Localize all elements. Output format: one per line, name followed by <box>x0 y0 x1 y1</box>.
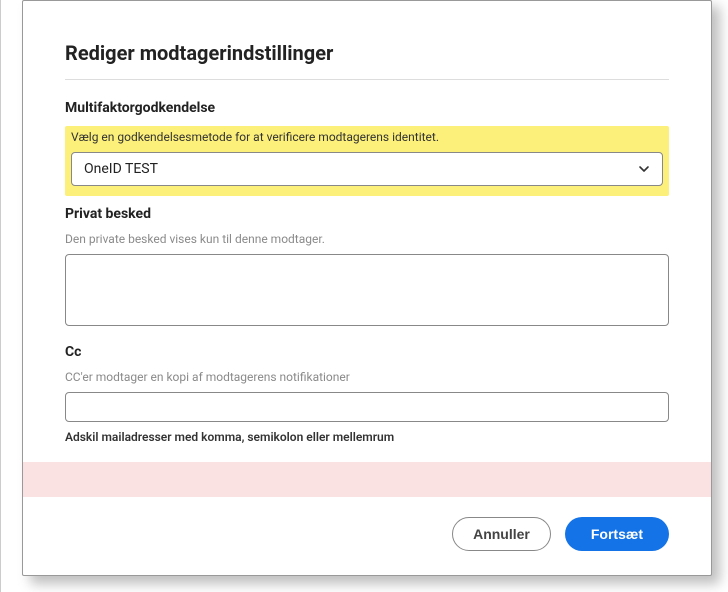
cc-input[interactable] <box>65 392 669 422</box>
alert-band <box>23 462 711 497</box>
private-message-header: Privat besked <box>65 206 669 222</box>
mfa-highlight: Vælg en godkendelsesmetode for at verifi… <box>65 126 669 196</box>
private-message-helper: Den private besked vises kun til denne m… <box>65 232 669 246</box>
mfa-selected-value: OneID TEST <box>84 161 638 177</box>
cc-section: Cc CC'er modtager en kopi af modtagerens… <box>65 344 669 444</box>
cc-header: Cc <box>65 344 669 360</box>
cc-hint: Adskil mailadresser med komma, semikolon… <box>65 430 669 444</box>
mfa-header: Multifaktorgodkendelse <box>65 100 669 116</box>
mfa-section: Multifaktorgodkendelse Vælg en godkendel… <box>65 100 669 196</box>
cc-helper: CC'er modtager en kopi af modtagerens no… <box>65 370 669 384</box>
mfa-method-select[interactable]: OneID TEST <box>71 152 663 186</box>
private-message-section: Privat besked Den private besked vises k… <box>65 206 669 330</box>
chevron-down-icon <box>638 163 650 175</box>
modal-title: Rediger modtagerindstillinger <box>65 41 669 80</box>
cancel-button[interactable]: Annuller <box>452 517 551 551</box>
edit-recipient-settings-modal: Rediger modtagerindstillinger Multifakto… <box>22 0 712 576</box>
modal-footer: Annuller Fortsæt <box>65 497 669 551</box>
continue-button[interactable]: Fortsæt <box>565 517 669 551</box>
mfa-helper: Vælg en godkendelsesmetode for at verifi… <box>71 130 663 144</box>
private-message-input[interactable] <box>65 254 669 326</box>
